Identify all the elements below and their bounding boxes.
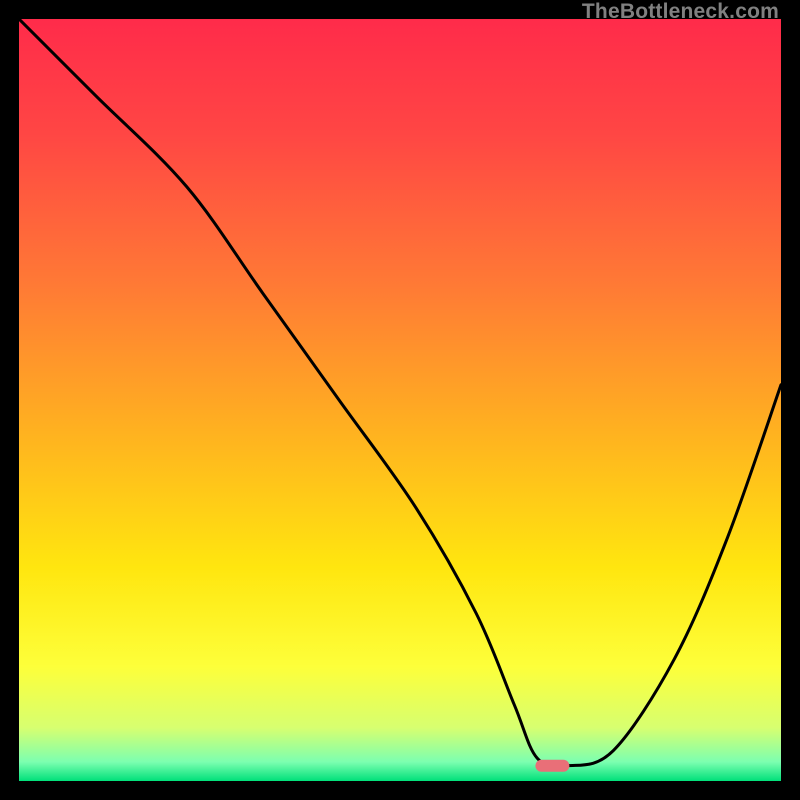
watermark-text: TheBottleneck.com	[582, 0, 779, 24]
bottleneck-chart	[19, 19, 781, 781]
optimal-marker	[535, 760, 569, 772]
chart-frame	[19, 19, 781, 781]
